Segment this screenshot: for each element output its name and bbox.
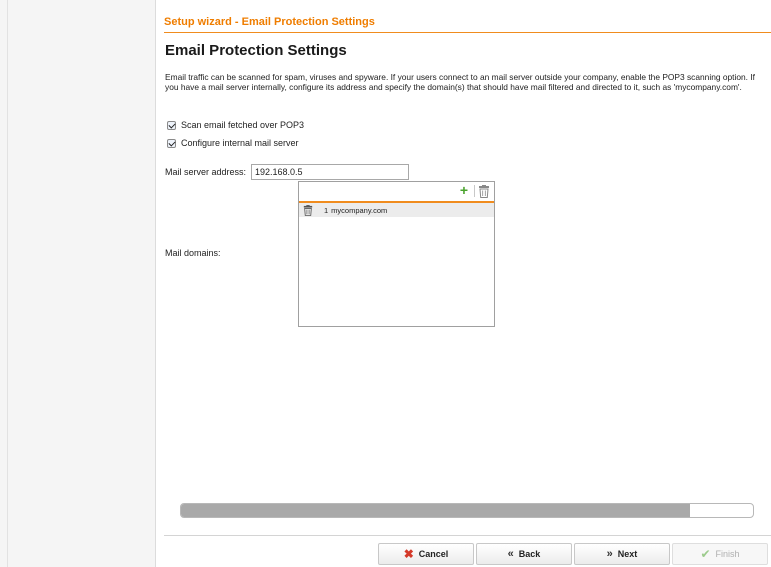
domain-row[interactable]: 1 mycompany.com: [299, 203, 494, 217]
next-button-label: Next: [617, 549, 638, 559]
mail-domains-list[interactable]: + 1 mycompany.com: [298, 181, 495, 327]
page-description: Email traffic can be scanned for spam, v…: [165, 72, 755, 92]
delete-all-trash-icon[interactable]: [478, 185, 490, 198]
finish-button[interactable]: ✔ Finish: [672, 543, 768, 565]
cancel-button-label: Cancel: [418, 549, 449, 559]
left-edge-divider: [7, 0, 8, 567]
finish-button-label: Finish: [715, 549, 740, 559]
double-chevron-left-icon: «: [507, 548, 514, 560]
back-button[interactable]: « Back: [476, 543, 572, 565]
close-x-icon: ✖: [403, 547, 414, 561]
mail-server-input[interactable]: [251, 164, 409, 180]
internal-server-checkbox[interactable]: [167, 138, 176, 148]
internal-server-option[interactable]: Configure internal mail server: [167, 136, 299, 150]
domain-row-index: 1: [324, 205, 329, 215]
checkmark-icon: ✔: [700, 547, 711, 561]
left-pane: [0, 0, 156, 567]
scan-pop3-checkbox[interactable]: [167, 120, 176, 130]
cancel-button[interactable]: ✖ Cancel: [378, 543, 474, 565]
scan-pop3-label: Scan email fetched over POP3: [181, 120, 305, 130]
back-button-label: Back: [518, 549, 541, 559]
wizard-progress-fill: [181, 504, 691, 517]
domain-row-name: mycompany.com: [331, 205, 388, 215]
wizard-header: Setup wizard - Email Protection Settings: [164, 10, 771, 33]
scan-pop3-option[interactable]: Scan email fetched over POP3: [167, 118, 304, 132]
add-domain-icon[interactable]: +: [457, 183, 471, 197]
domains-toolbar: +: [299, 182, 494, 203]
double-chevron-right-icon: »: [606, 548, 613, 560]
mail-server-label: Mail server address:: [165, 167, 247, 177]
trash-icon[interactable]: [303, 204, 313, 216]
page-title: Email Protection Settings: [165, 42, 347, 59]
toolbar-separator: [474, 185, 475, 197]
wizard-progress-bar: [180, 503, 754, 518]
internal-server-label: Configure internal mail server: [181, 138, 299, 148]
footer-divider: [164, 535, 771, 536]
next-button[interactable]: » Next: [574, 543, 670, 565]
mail-domains-label: Mail domains:: [165, 248, 221, 258]
wizard-header-title: Setup wizard - Email Protection Settings: [164, 16, 375, 28]
